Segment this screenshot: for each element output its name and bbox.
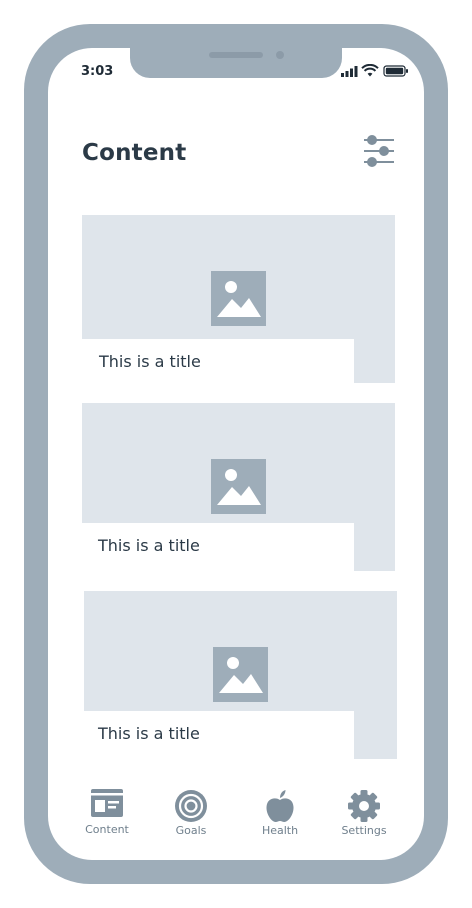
card-title-box: This is a title bbox=[82, 711, 354, 759]
content-card[interactable]: This is a title bbox=[82, 591, 397, 759]
gear-icon bbox=[348, 790, 380, 822]
image-placeholder-icon bbox=[213, 647, 268, 702]
card-title-box: This is a title bbox=[82, 339, 354, 383]
filter-button[interactable] bbox=[362, 134, 396, 168]
tab-goals[interactable]: Goals bbox=[151, 789, 231, 843]
battery-icon bbox=[383, 65, 408, 77]
target-icon bbox=[175, 790, 207, 822]
tab-content[interactable]: Content bbox=[67, 788, 147, 842]
tab-health[interactable]: Health bbox=[240, 789, 320, 843]
image-placeholder-icon bbox=[211, 459, 266, 514]
image-placeholder-icon bbox=[211, 271, 266, 326]
content-icon bbox=[91, 789, 123, 817]
card-title: This is a title bbox=[98, 536, 200, 555]
tab-label: Goals bbox=[175, 824, 207, 837]
speaker-grille bbox=[209, 52, 263, 58]
front-camera bbox=[276, 51, 284, 59]
apple-icon bbox=[266, 790, 294, 822]
notch bbox=[130, 46, 342, 78]
card-title: This is a title bbox=[98, 724, 200, 743]
tab-settings[interactable]: Settings bbox=[324, 789, 404, 843]
signal-icon bbox=[341, 66, 358, 77]
content-card[interactable]: This is a title bbox=[82, 403, 395, 571]
sliders-icon bbox=[364, 135, 394, 167]
card-title-box: This is a title bbox=[82, 523, 354, 571]
page-title: Content bbox=[82, 140, 187, 166]
wifi-icon bbox=[361, 64, 379, 77]
tab-label: Settings bbox=[341, 824, 387, 837]
tab-label: Content bbox=[85, 823, 129, 836]
content-card[interactable]: This is a title bbox=[82, 215, 395, 383]
status-time: 3:03 bbox=[81, 64, 114, 79]
tab-label: Health bbox=[261, 824, 299, 837]
card-title: This is a title bbox=[99, 352, 201, 371]
